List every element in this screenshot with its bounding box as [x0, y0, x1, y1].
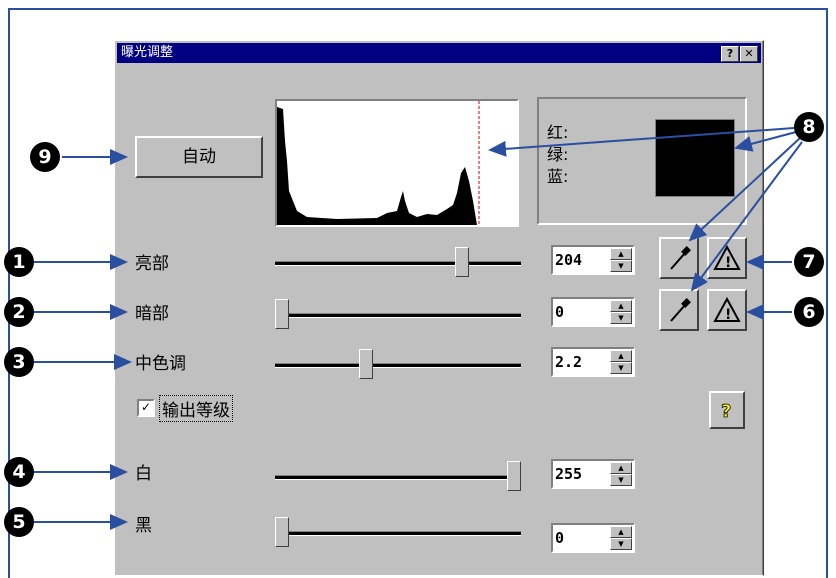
callout-4: 4 — [4, 457, 34, 487]
callout-1: 1 — [4, 247, 34, 277]
callout-5: 5 — [4, 507, 34, 537]
callout-arrow-8c — [688, 137, 801, 242]
callout-6: 6 — [794, 297, 824, 327]
callout-9: 9 — [30, 142, 60, 172]
callout-8: 8 — [794, 112, 824, 142]
callout-3: 3 — [4, 347, 34, 377]
callout-arrow-8d — [690, 141, 803, 292]
callout-2: 2 — [4, 297, 34, 327]
callout-arrow-8a — [488, 127, 795, 157]
callout-arrows — [34, 127, 803, 530]
callout-arrow-8b — [734, 131, 797, 152]
callout-7: 7 — [794, 247, 824, 277]
